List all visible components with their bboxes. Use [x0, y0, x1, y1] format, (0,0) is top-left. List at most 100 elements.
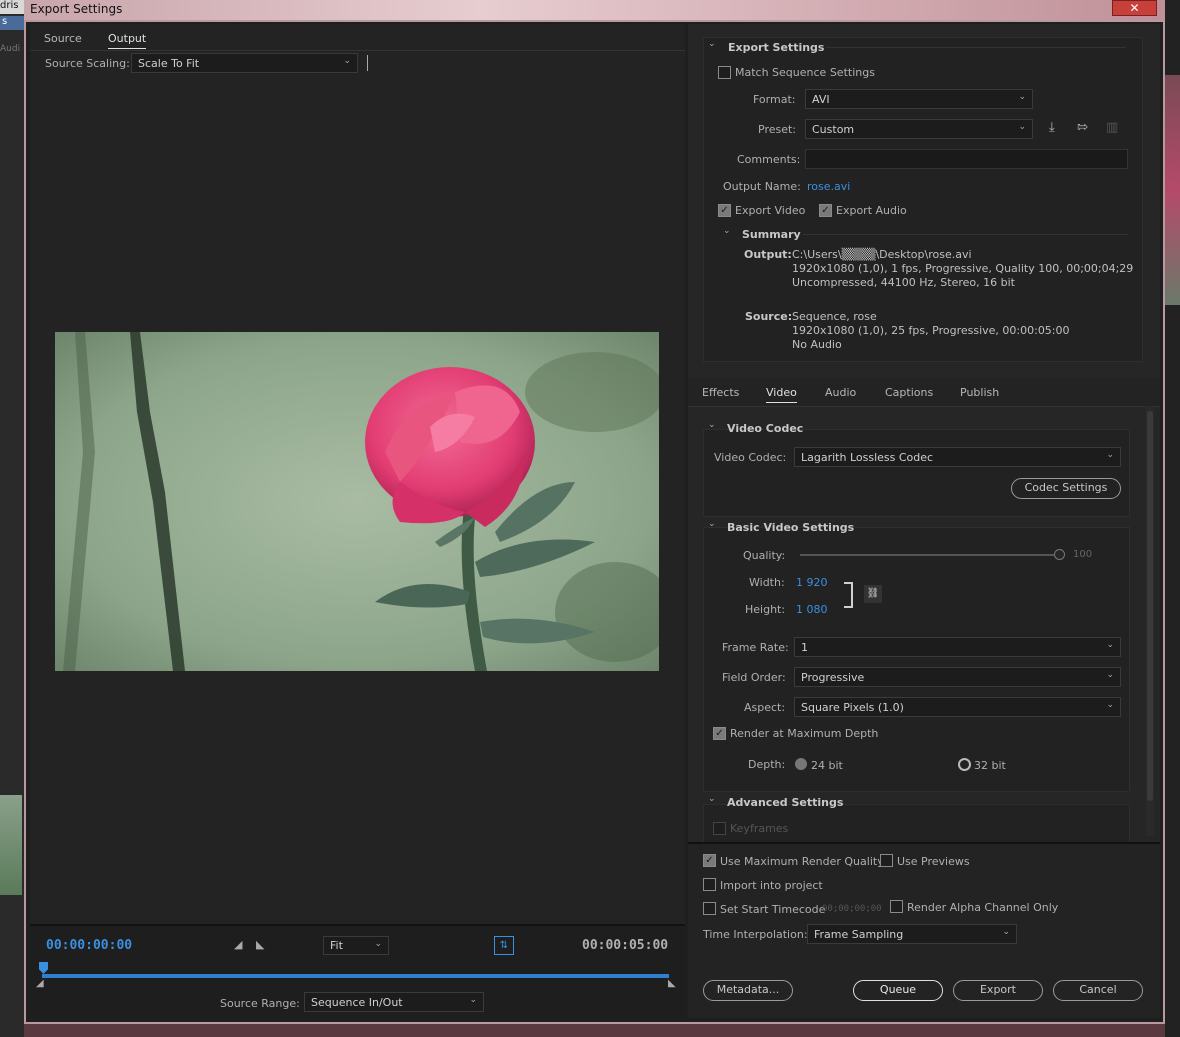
format-dropdown[interactable]: AVI ⌄: [805, 89, 1033, 109]
chevron-down-icon[interactable]: ⌄: [708, 794, 716, 804]
frame-rate-dropdown[interactable]: 1 ⌄: [794, 637, 1121, 657]
format-label: Format:: [753, 93, 796, 106]
quality-slider[interactable]: [800, 554, 1055, 556]
queue-button[interactable]: Queue: [853, 980, 943, 1001]
timecode-end: 00:00:05:00: [582, 938, 669, 953]
quality-label: Quality:: [743, 549, 786, 562]
source-range-value: Sequence In/Out: [311, 996, 403, 1009]
basic-video-header: Basic Video Settings: [727, 521, 855, 534]
set-start-timecode-checkbox[interactable]: [703, 902, 716, 915]
mark-out-icon[interactable]: ◣: [256, 938, 264, 951]
depth-24-label: 24 bit: [811, 759, 843, 772]
export-audio-checkbox[interactable]: ✓: [819, 204, 832, 217]
cursor-bar: [367, 55, 368, 71]
tab-effects[interactable]: Effects: [702, 386, 739, 399]
output-summary-label: Output:: [744, 248, 792, 261]
close-button[interactable]: ✕: [1112, 0, 1157, 16]
left-panel: Source Output Source Scaling: Scale To F…: [30, 24, 685, 1018]
video-codec-dropdown[interactable]: Lagarith Lossless Codec ⌄: [794, 447, 1121, 467]
source-range-label: Source Range:: [220, 997, 300, 1010]
out-point-icon[interactable]: ◣: [668, 978, 676, 989]
chevron-down-icon[interactable]: ⌄: [708, 39, 716, 49]
tab-video[interactable]: Video: [766, 386, 797, 403]
cancel-button[interactable]: Cancel: [1053, 980, 1143, 1001]
output-line: 1920x1080 (1,0), 1 fps, Progressive, Qua…: [792, 262, 1134, 275]
save-preset-icon[interactable]: ⤓: [1049, 120, 1055, 135]
tab-publish[interactable]: Publish: [960, 386, 999, 399]
aspect-dropdown[interactable]: Square Pixels (1.0) ⌄: [794, 697, 1121, 717]
render-alpha-label: Render Alpha Channel Only: [907, 901, 1059, 914]
source-line: Sequence, rose: [792, 310, 877, 323]
zoom-value: Fit: [330, 939, 343, 952]
chevron-down-icon[interactable]: ⌄: [708, 420, 716, 430]
timeline-bar[interactable]: [42, 974, 669, 978]
tab-output[interactable]: Output: [108, 32, 147, 49]
export-video-label: Export Video: [735, 204, 806, 217]
start-timecode-value[interactable]: 00;00;00;00: [822, 904, 882, 914]
match-sequence-checkbox[interactable]: [718, 66, 731, 79]
tab-captions[interactable]: Captions: [885, 386, 933, 399]
time-interp-dropdown[interactable]: Frame Sampling ⌄: [807, 924, 1017, 944]
export-video-checkbox[interactable]: ✓: [718, 204, 731, 217]
aspect-toggle-icon[interactable]: ⇅: [494, 936, 514, 955]
use-previews-checkbox[interactable]: [880, 854, 893, 867]
time-interp-label: Time Interpolation:: [703, 928, 808, 941]
output-name-label: Output Name:: [723, 180, 801, 193]
chevron-down-icon: ⌄: [1106, 670, 1114, 680]
background-app-right: [1165, 0, 1180, 1037]
render-max-depth-label: Render at Maximum Depth: [730, 727, 879, 740]
output-name-link[interactable]: rose.avi: [807, 180, 850, 193]
import-project-checkbox[interactable]: [703, 878, 716, 891]
field-order-dropdown[interactable]: Progressive ⌄: [794, 667, 1121, 687]
scrollbar[interactable]: [1146, 406, 1154, 836]
chevron-down-icon[interactable]: ⌄: [708, 519, 716, 529]
mark-in-icon[interactable]: ◢: [234, 938, 242, 951]
depth-32-label: 32 bit: [974, 759, 1006, 772]
tab-audio[interactable]: Audio: [825, 386, 856, 399]
in-point-icon[interactable]: ◢: [36, 978, 44, 989]
comments-input[interactable]: [805, 149, 1128, 169]
preset-dropdown[interactable]: Custom ⌄: [805, 119, 1033, 139]
bg-rose-strip: [1165, 75, 1180, 305]
source-range-dropdown[interactable]: Sequence In/Out ⌄: [304, 992, 484, 1012]
set-start-timecode-label: Set Start Timecode: [720, 903, 826, 916]
timeline-area: 00:00:00:00 ◢ ◣ Fit ⌄ ⇅ 00:00:05:00 ◢ ◣ S…: [30, 924, 685, 1018]
source-line: 1920x1080 (1,0), 25 fps, Progressive, 00…: [792, 324, 1070, 337]
source-scaling-value: Scale To Fit: [138, 57, 200, 70]
tab-source[interactable]: Source: [44, 32, 82, 45]
depth-label: Depth:: [748, 758, 786, 771]
delete-preset-icon[interactable]: ▥: [1106, 120, 1118, 135]
keyframes-checkbox[interactable]: [713, 822, 726, 835]
output-line: C:\Users\▒▒▒▒\Desktop\rose.avi: [792, 248, 972, 261]
window-title: Export Settings: [30, 2, 123, 16]
video-codec-value: Lagarith Lossless Codec: [801, 451, 934, 464]
chevron-down-icon: ⌄: [374, 939, 382, 949]
codec-settings-button[interactable]: Codec Settings: [1011, 478, 1121, 499]
unlink-icon[interactable]: ⛓: [864, 585, 882, 603]
render-max-depth-checkbox[interactable]: ✓: [713, 727, 726, 740]
metadata-button[interactable]: Metadata...: [703, 980, 793, 1001]
depth-32-radio[interactable]: [958, 758, 971, 771]
field-order-label: Field Order:: [722, 671, 786, 684]
import-project-label: Import into project: [720, 879, 823, 892]
chevron-down-icon: ⌄: [1002, 927, 1010, 937]
basic-video-section: [703, 527, 1130, 792]
playhead-icon[interactable]: [39, 962, 48, 974]
timecode-start[interactable]: 00:00:00:00: [46, 938, 132, 953]
output-line: Uncompressed, 44100 Hz, Stereo, 16 bit: [792, 276, 1015, 289]
chevron-down-icon[interactable]: ⌄: [723, 226, 731, 236]
import-preset-icon[interactable]: ⇰: [1077, 120, 1088, 135]
quality-slider-handle[interactable]: [1054, 549, 1065, 560]
depth-24-radio[interactable]: [795, 758, 807, 770]
source-line: No Audio: [792, 338, 842, 351]
export-button[interactable]: Export: [953, 980, 1043, 1001]
source-scaling-dropdown[interactable]: Scale To Fit ⌄: [131, 53, 358, 73]
max-render-quality-checkbox[interactable]: ✓: [703, 854, 716, 867]
frame-rate-label: Frame Rate:: [722, 641, 789, 654]
zoom-dropdown[interactable]: Fit ⌄: [323, 936, 389, 955]
height-value[interactable]: 1 080: [796, 603, 828, 616]
render-alpha-checkbox[interactable]: [890, 900, 903, 913]
width-value[interactable]: 1 920: [796, 576, 828, 589]
right-panel: ⌄ Export Settings Match Sequence Setting…: [688, 24, 1160, 1018]
width-label: Width:: [749, 576, 785, 589]
